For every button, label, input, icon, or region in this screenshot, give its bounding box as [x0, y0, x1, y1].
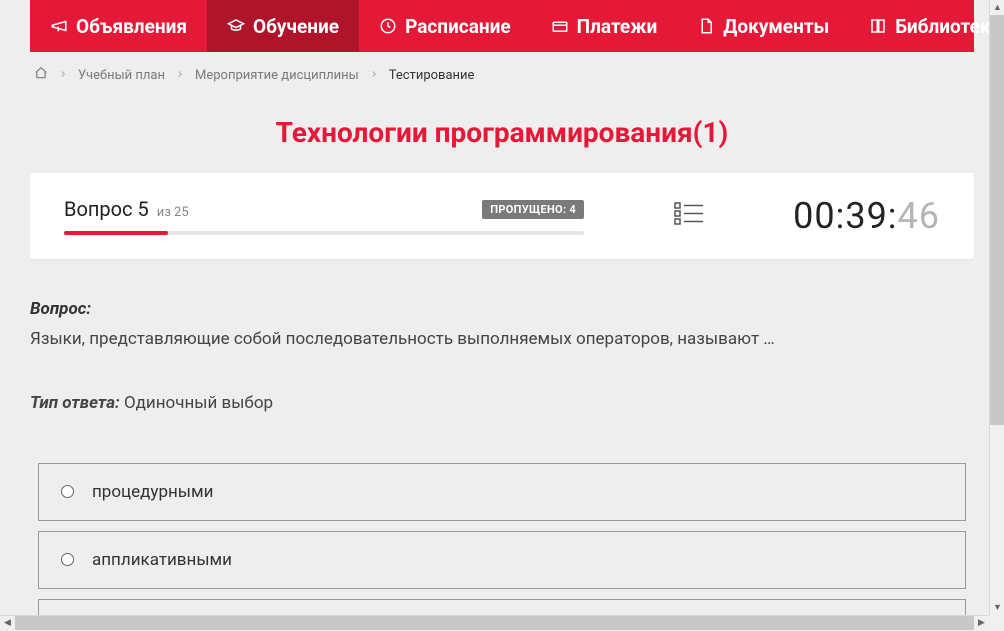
nav-item-library[interactable]: Библиотека [849, 0, 1004, 52]
answer-type-row: Тип ответа: Одиночный выбор [30, 393, 974, 413]
page-title: Технологии программирования(1) [0, 116, 1004, 149]
list-icon [674, 201, 704, 231]
nav-label: Библиотека [895, 15, 1000, 38]
scrollbar-corner [989, 615, 1004, 630]
timer-main: 00:39: [793, 195, 897, 237]
document-icon [697, 17, 715, 35]
megaphone-icon [50, 17, 68, 35]
nav-item-learning[interactable]: Обучение [207, 0, 359, 52]
chevron-right-icon [369, 68, 379, 83]
status-left: Вопрос 5 из 25 ПРОПУЩЕНО: 4 [64, 197, 584, 235]
radio-icon [61, 553, 74, 566]
chevron-right-icon [58, 68, 68, 83]
radio-icon [61, 485, 74, 498]
nav-label: Документы [723, 15, 829, 38]
scroll-up-arrow[interactable]: ▲ [990, 0, 1004, 15]
scroll-down-arrow[interactable]: ▼ [990, 600, 1004, 615]
answer-type-label: Тип ответа: [30, 393, 120, 413]
answer-options: процедурными аппликативными объектно ори… [30, 463, 974, 616]
nav-label: Расписание [405, 15, 511, 38]
timer-seconds: 46 [898, 195, 940, 237]
book-icon [869, 17, 887, 35]
question-text: Языки, представляющие собой последовател… [30, 327, 974, 353]
question-number-wrap: Вопрос 5 из 25 [64, 197, 189, 221]
scrollbar-track[interactable] [990, 15, 1004, 600]
option-1[interactable]: процедурными [38, 463, 966, 521]
scroll-right-arrow[interactable]: ▶ [974, 616, 989, 631]
clock-icon [379, 17, 397, 35]
breadcrumb-current: Тестирование [389, 68, 475, 83]
breadcrumb: Учебный план Мероприятие дисциплины Тест… [0, 52, 1004, 98]
question-list-button[interactable] [634, 201, 744, 231]
nav-label: Обучение [253, 15, 339, 38]
question-block: Вопрос: Языки, представляющие собой посл… [30, 299, 974, 413]
nav-item-schedule[interactable]: Расписание [359, 0, 531, 52]
skipped-badge: ПРОПУЩЕНО: 4 [482, 200, 584, 219]
vertical-scrollbar[interactable]: ▲ ▼ [989, 0, 1004, 615]
timer: 00:39:46 [793, 195, 940, 237]
option-2[interactable]: аппликативными [38, 531, 966, 589]
progress-bar [64, 231, 584, 235]
nav-label: Платежи [577, 15, 658, 38]
nav-item-documents[interactable]: Документы [677, 0, 849, 52]
option-label: аппликативными [92, 550, 232, 570]
scrollbar-thumb[interactable] [15, 616, 974, 630]
top-nav: Объявления Обучение Расписание Платежи Д… [30, 0, 974, 52]
question-of: из 25 [157, 205, 189, 220]
breadcrumb-link-plan[interactable]: Учебный план [78, 68, 165, 83]
graduation-icon [227, 17, 245, 35]
nav-label: Объявления [76, 15, 187, 38]
scroll-left-arrow[interactable]: ◀ [0, 616, 15, 631]
progress-fill [64, 231, 168, 235]
option-3[interactable]: объектно ориентированными [38, 599, 966, 616]
chevron-right-icon [175, 68, 185, 83]
breadcrumb-link-event[interactable]: Мероприятие дисциплины [195, 68, 359, 83]
question-heading: Вопрос: [30, 299, 974, 319]
nav-item-announcements[interactable]: Объявления [30, 0, 207, 52]
payment-icon [551, 17, 569, 35]
horizontal-scrollbar[interactable]: ◀ ▶ [0, 615, 989, 630]
question-row: Вопрос 5 из 25 ПРОПУЩЕНО: 4 [64, 197, 584, 221]
question-number: Вопрос 5 [64, 197, 149, 221]
answer-type-value: Одиночный выбор [124, 393, 273, 413]
nav-item-payments[interactable]: Платежи [531, 0, 678, 52]
page-content: Объявления Обучение Расписание Платежи Д… [0, 0, 1004, 615]
option-label: процедурными [92, 482, 213, 502]
scrollbar-track[interactable] [15, 616, 974, 630]
scrollbar-thumb[interactable] [990, 15, 1004, 425]
home-icon[interactable] [34, 66, 48, 84]
status-card: Вопрос 5 из 25 ПРОПУЩЕНО: 4 00:39:46 [30, 173, 974, 259]
